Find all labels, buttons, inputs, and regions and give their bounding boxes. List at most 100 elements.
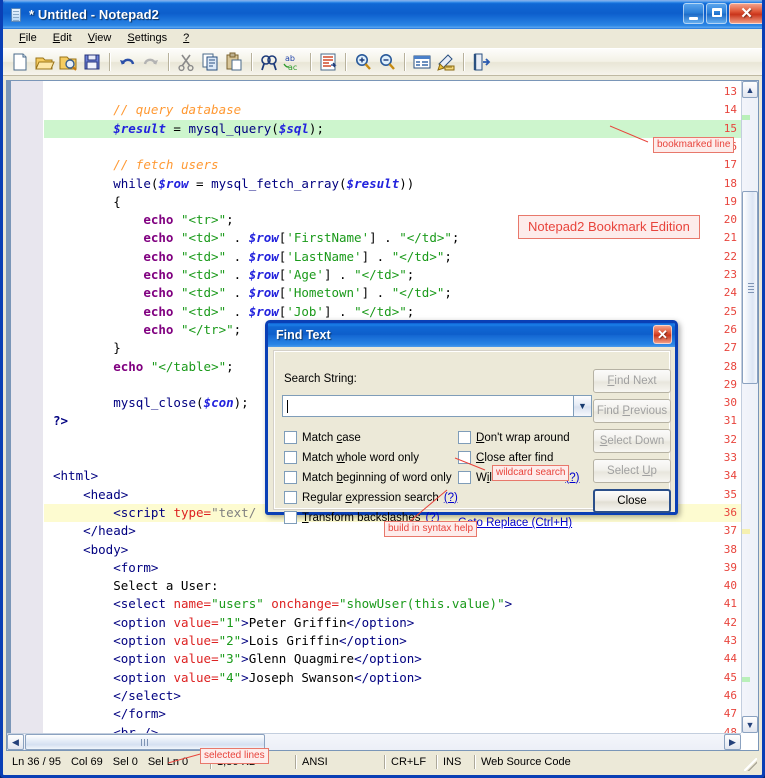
cut-icon[interactable] xyxy=(175,51,197,73)
select-down-button[interactable]: Select Down xyxy=(593,429,671,453)
menu-help[interactable]: ? xyxy=(175,30,197,46)
scroll-left-button[interactable]: ◀ xyxy=(7,734,24,750)
scroll-down-button[interactable]: ▼ xyxy=(742,716,758,733)
code-token: { xyxy=(113,194,121,209)
checkbox-match-whole-word[interactable]: Match whole word only xyxy=(284,451,419,464)
maximize-button[interactable] xyxy=(706,3,727,24)
redo-icon[interactable] xyxy=(140,51,162,73)
checkbox-box[interactable] xyxy=(284,491,297,504)
zoom-in-icon[interactable] xyxy=(352,51,374,73)
close-button[interactable]: ✕ xyxy=(729,3,764,24)
menu-view[interactable]: View xyxy=(80,30,120,46)
toolbar-separator xyxy=(404,53,405,71)
find-text-dialog[interactable]: Find Text ✕ Search String: ▼ Match case … xyxy=(265,320,678,515)
checkbox-label: Don't wrap around xyxy=(476,432,570,444)
search-input[interactable] xyxy=(282,395,574,417)
status-sel-ln: Sel Ln 0 xyxy=(148,756,188,768)
scroll-up-button[interactable]: ▲ xyxy=(742,81,758,98)
menu-bar: File Edit View Settings ? xyxy=(3,29,762,48)
gutter-edge xyxy=(7,81,11,733)
code-line: } xyxy=(53,339,121,357)
checkbox-box[interactable] xyxy=(284,471,297,484)
code-token: $row xyxy=(158,176,188,191)
code-token: . xyxy=(226,285,249,300)
replace-icon[interactable]: abac xyxy=(282,51,304,73)
undo-icon[interactable] xyxy=(116,51,138,73)
browse-file-icon[interactable] xyxy=(57,51,79,73)
status-scheme[interactable]: Web Source Code xyxy=(475,752,577,772)
code-token xyxy=(173,285,181,300)
close-button[interactable]: Close xyxy=(593,489,671,513)
code-token: </head> xyxy=(83,523,136,538)
checkbox-box[interactable] xyxy=(458,451,471,464)
code-token: Joseph Swanson xyxy=(249,670,354,685)
vertical-scroll-thumb[interactable] xyxy=(742,191,758,384)
checkbox-box[interactable] xyxy=(458,471,471,484)
checkbox-match-case[interactable]: Match case xyxy=(284,431,361,444)
code-token: ] . xyxy=(369,230,399,245)
code-token: </option> xyxy=(354,670,422,685)
checkbox-box[interactable] xyxy=(284,431,297,444)
copy-icon[interactable] xyxy=(199,51,221,73)
text-caret xyxy=(287,400,288,413)
menu-file[interactable]: File xyxy=(11,30,45,46)
scroll-thumb-grip xyxy=(748,283,754,293)
code-token: mysql_fetch_array xyxy=(211,176,339,191)
code-token: "</td>" xyxy=(354,267,407,282)
select-up-button[interactable]: Select Up xyxy=(593,459,671,483)
checkbox-match-beginning-of-word[interactable]: Match beginning of word only xyxy=(284,471,452,484)
find-dialog-close-button[interactable]: ✕ xyxy=(653,325,672,344)
code-token xyxy=(143,359,151,374)
code-token xyxy=(173,267,181,282)
paste-icon[interactable] xyxy=(223,51,245,73)
code-line: </select> xyxy=(53,687,181,705)
bookmark-margin[interactable] xyxy=(44,81,53,733)
open-file-icon[interactable] xyxy=(33,51,55,73)
code-token: 'FirstName' xyxy=(286,230,369,245)
new-file-icon[interactable] xyxy=(9,51,31,73)
code-line: <option value="4">Joseph Swanson</option… xyxy=(53,669,422,687)
checkbox-regular-expression-search[interactable]: Regular expression search (?) xyxy=(284,491,458,504)
code-token: <option xyxy=(113,633,173,648)
word-wrap-icon[interactable] xyxy=(317,51,339,73)
checkbox-box[interactable] xyxy=(458,431,471,444)
find-previous-button[interactable]: Find Previous xyxy=(593,399,671,423)
find-icon[interactable] xyxy=(258,51,280,73)
checkbox-dont-wrap-around[interactable]: Don't wrap around xyxy=(458,431,570,444)
code-token: "text/ xyxy=(211,505,256,520)
resize-grip[interactable] xyxy=(744,758,757,771)
status-position: Ln 36 / 95 Col 69 Sel 0 Sel Ln 0 xyxy=(6,752,210,772)
save-file-icon[interactable] xyxy=(81,51,103,73)
code-line: <option value="1">Peter Griffin</option> xyxy=(53,614,414,632)
code-token: echo xyxy=(143,304,173,319)
code-token xyxy=(53,523,83,538)
scroll-right-button[interactable]: ▶ xyxy=(724,734,741,750)
checkbox-box[interactable] xyxy=(284,511,297,524)
search-history-dropdown[interactable]: ▼ xyxy=(574,395,592,417)
customize-schemes-icon[interactable] xyxy=(435,51,457,73)
code-token xyxy=(53,176,113,191)
status-sel: Sel 0 xyxy=(113,756,138,768)
code-token: $row xyxy=(249,285,279,300)
minimize-button[interactable] xyxy=(683,3,704,24)
find-next-button[interactable]: Find Next xyxy=(593,369,671,393)
code-token: <html> xyxy=(53,468,98,483)
vertical-scrollbar[interactable]: ▲ ▼ xyxy=(741,81,758,733)
code-token: type= xyxy=(173,505,211,520)
horizontal-scrollbar[interactable]: ◀ ▶ xyxy=(7,733,741,750)
status-mode[interactable]: INS xyxy=(437,752,474,772)
exit-icon[interactable] xyxy=(470,51,492,73)
code-token: ; xyxy=(407,304,415,319)
status-eol[interactable]: CR+LF xyxy=(385,752,436,772)
code-token xyxy=(53,322,143,337)
checkbox-box[interactable] xyxy=(284,451,297,464)
notepad2-window: * Untitled - Notepad2 ✕ File Edit View S… xyxy=(0,0,765,778)
zoom-out-icon[interactable] xyxy=(376,51,398,73)
code-line: <body> xyxy=(53,541,128,559)
scheme-icon[interactable] xyxy=(411,51,433,73)
menu-edit[interactable]: Edit xyxy=(45,30,80,46)
menu-settings[interactable]: Settings xyxy=(119,30,175,46)
regex-help-link[interactable]: (?) xyxy=(444,492,458,504)
checkbox-close-after-find[interactable]: Close after find xyxy=(458,451,553,464)
status-encoding[interactable]: ANSI xyxy=(296,752,384,772)
